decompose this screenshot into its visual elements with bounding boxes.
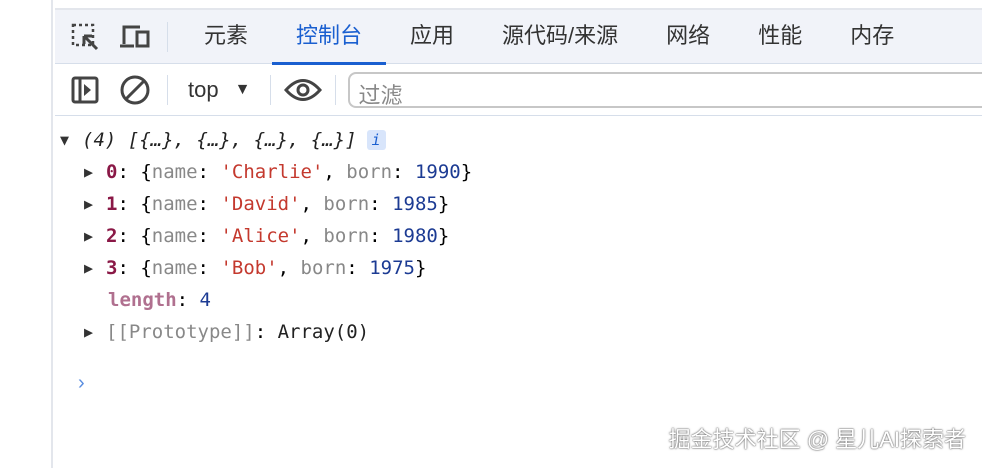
console-toolbar: top ▼ 过滤 xyxy=(55,64,982,116)
length-value: 4 xyxy=(199,289,211,311)
divider xyxy=(167,74,168,105)
name-key: name xyxy=(151,257,198,279)
array-summary[interactable]: ▼ (4) [{…}, {…}, {…}, {…}] i xyxy=(60,124,472,156)
array-preview: (4) [{…}, {…}, {…}, {…}] xyxy=(82,129,357,151)
name-value: 'Alice' xyxy=(220,225,301,247)
name-key: name xyxy=(151,161,198,183)
live-expression-eye-icon[interactable] xyxy=(283,70,323,110)
collapsed-triangle-icon[interactable]: ▶ xyxy=(84,188,106,220)
name-value: 'Bob' xyxy=(220,257,278,279)
tab-bar: 元素 控制台 应用 源代码/来源 网络 性能 内存 xyxy=(55,10,982,65)
device-toolbar-icon[interactable] xyxy=(115,17,155,57)
name-key: name xyxy=(151,225,198,247)
collapsed-triangle-icon[interactable]: ▶ xyxy=(84,156,106,188)
tab-memory[interactable]: 内存 xyxy=(826,10,918,64)
born-key: born xyxy=(300,257,347,279)
tab-elements[interactable]: 元素 xyxy=(180,10,272,64)
context-selector[interactable]: top ▼ xyxy=(180,77,258,103)
item-index: 2 xyxy=(106,225,118,247)
filter-input[interactable]: 过滤 xyxy=(348,71,982,108)
born-value: 1980 xyxy=(392,225,438,247)
array-item-row[interactable]: ▶ 0: {name: 'Charlie', born: 1990} xyxy=(60,156,472,188)
divider xyxy=(270,74,272,105)
born-value: 1990 xyxy=(414,161,461,183)
tab-performance[interactable]: 性能 xyxy=(734,10,826,64)
name-value: 'Charlie' xyxy=(220,161,324,183)
item-index: 0 xyxy=(106,161,118,183)
prototype-key: [[Prototype]] xyxy=(106,321,255,343)
prototype-row[interactable]: ▶ [[Prototype]]: Array(0) xyxy=(60,316,472,348)
inspect-element-icon[interactable] xyxy=(65,17,105,57)
item-index: 1 xyxy=(106,193,118,215)
length-key: length xyxy=(108,289,177,311)
born-key: born xyxy=(346,161,393,183)
divider xyxy=(167,21,168,52)
page-margin xyxy=(0,0,53,468)
prototype-value: Array(0) xyxy=(277,321,370,343)
console-prompt[interactable]: › xyxy=(78,372,85,395)
console-output: ▼ (4) [{…}, {…}, {…}, {…}] i ▶ 0: {name: … xyxy=(60,124,472,348)
clear-console-icon[interactable] xyxy=(115,70,155,110)
collapsed-triangle-icon[interactable]: ▶ xyxy=(84,252,106,284)
sidebar-toggle-icon[interactable] xyxy=(65,70,105,110)
born-key: born xyxy=(323,225,370,247)
array-item-row[interactable]: ▶ 3: {name: 'Bob', born: 1975} xyxy=(60,252,472,284)
array-item-row[interactable]: ▶ 2: {name: 'Alice', born: 1980} xyxy=(60,220,472,252)
name-value: 'David' xyxy=(220,193,301,215)
collapsed-triangle-icon[interactable]: ▶ xyxy=(84,316,106,348)
tab-console[interactable]: 控制台 xyxy=(272,10,387,65)
tab-network[interactable]: 网络 xyxy=(642,10,734,64)
dropdown-arrow-icon: ▼ xyxy=(234,80,251,98)
expanded-triangle-icon[interactable]: ▼ xyxy=(60,124,82,156)
array-item-row[interactable]: ▶ 1: {name: 'David', born: 1985} xyxy=(60,188,472,220)
info-badge[interactable]: i xyxy=(366,130,386,150)
tab-sources[interactable]: 源代码/来源 xyxy=(478,10,642,64)
born-value: 1975 xyxy=(369,257,415,279)
born-value: 1985 xyxy=(392,193,438,215)
watermark: 掘金技术社区 @ 星儿AI探索者 xyxy=(668,427,966,452)
divider xyxy=(335,74,337,105)
born-key: born xyxy=(323,193,370,215)
tab-application[interactable]: 应用 xyxy=(386,10,478,64)
collapsed-triangle-icon[interactable]: ▶ xyxy=(84,220,106,252)
name-key: name xyxy=(151,193,198,215)
length-row: length: 4 xyxy=(60,284,472,316)
context-label: top xyxy=(188,76,219,102)
item-index: 3 xyxy=(106,257,118,279)
